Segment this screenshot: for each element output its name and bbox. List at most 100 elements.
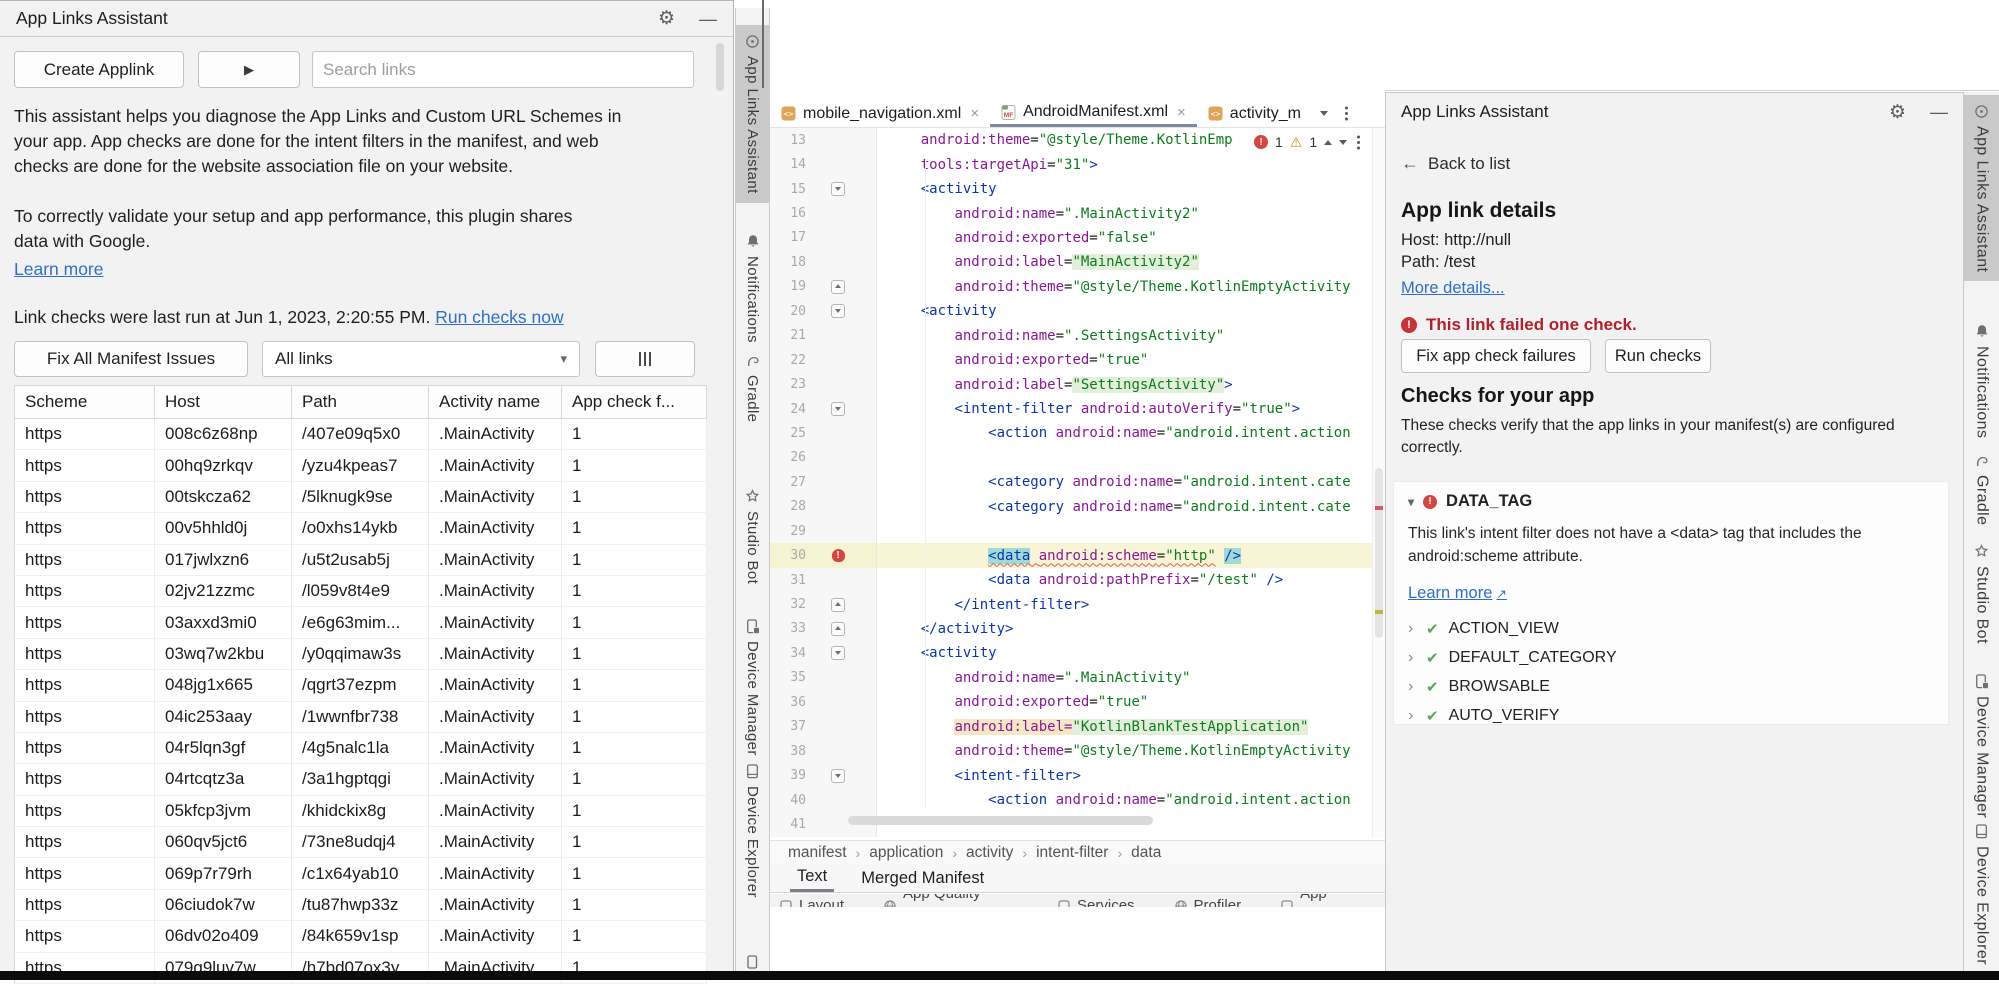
inspection-widget[interactable]: ! 1 ⚠ 1 (1250, 130, 1367, 154)
minimize-icon[interactable]: — (699, 14, 717, 24)
fix-app-check-failures-button[interactable]: Fix app check failures (1401, 339, 1591, 373)
learn-more-link[interactable]: Learn more (14, 259, 104, 280)
passed-check-auto_verify[interactable]: ›✔AUTO_VERIFY (1408, 701, 1808, 730)
code-line[interactable]: 34 <activity (770, 641, 1372, 665)
close-icon[interactable]: × (970, 105, 979, 122)
tool-strip-item-device-manager[interactable]: Device Manager (1964, 665, 1999, 827)
code-line[interactable]: 35 android:name=".MainActivity" (770, 666, 1372, 690)
create-applink-button[interactable]: Create Applink (14, 51, 184, 88)
tool-strip-item-app-links-assistant[interactable]: App Links Assistant (736, 25, 769, 203)
editor-tab-androidmanifest.xml[interactable]: MFAndroidManifest.xml× (990, 100, 1197, 127)
tool-strip-item-notifications[interactable]: Notifications (736, 225, 769, 352)
code-line[interactable]: 30! <data android:scheme="http" /> (770, 543, 1372, 567)
column-settings-button[interactable] (595, 341, 695, 377)
code-line[interactable]: 23 android:label="SettingsActivity"> (770, 372, 1372, 396)
error-stripe[interactable] (1372, 128, 1385, 838)
more-details-link[interactable]: More details... (1401, 279, 1505, 298)
fold-icon[interactable] (831, 182, 845, 196)
table-row[interactable]: https06ciudok7w/tu87hwp33z.MainActivity1 (15, 889, 707, 920)
tool-strip-item-gradle[interactable]: Gradle (736, 345, 769, 431)
table-row[interactable]: https02jv21zzmc/l059v8t4e9.MainActivity1 (15, 575, 707, 606)
code-line[interactable]: 39 <intent-filter> (770, 763, 1372, 787)
editor-tab-activity_m[interactable]: <>activity_m (1197, 100, 1312, 127)
fold-icon[interactable] (831, 769, 845, 783)
breadcrumb-item[interactable]: data (1131, 844, 1161, 862)
code-line[interactable]: 15 <activity (770, 177, 1372, 201)
previous-issue-icon[interactable] (1324, 140, 1332, 145)
table-row[interactable]: https017jwlxzn6/u5t2usab5j.MainActivity1 (15, 544, 707, 575)
run-checks-now-link[interactable]: Run checks now (435, 307, 563, 327)
more-options-icon[interactable] (1357, 141, 1360, 144)
code-line[interactable]: 28 <category android:name="android.inten… (770, 495, 1372, 519)
manifest-view-tab-merged-manifest[interactable]: Merged Manifest (854, 864, 991, 892)
tool-window-button-profiler[interactable]: Profiler (1175, 894, 1242, 907)
horizontal-scrollbar[interactable] (848, 816, 1153, 825)
passed-check-default_category[interactable]: ›✔DEFAULT_CATEGORY (1408, 643, 1808, 672)
code-line[interactable]: 40 <action android:name="android.intent.… (770, 788, 1372, 812)
table-column-header[interactable]: Scheme (15, 386, 155, 419)
tool-strip-item-studio-bot[interactable]: Studio Bot (1964, 535, 1999, 653)
table-row[interactable]: https060qv5jct6/73ne8udqj4.MainActivity1 (15, 827, 707, 858)
code-line[interactable]: 18 android:label="MainActivity2" (770, 250, 1372, 274)
tool-window-button-app-quality-insights[interactable]: App Quality Insights (884, 894, 1018, 907)
breadcrumb-item[interactable]: application (869, 844, 943, 862)
code-line[interactable]: 36 android:exported="true" (770, 690, 1372, 714)
code-line[interactable]: 38 android:theme="@style/Theme.KotlinEmp… (770, 739, 1372, 763)
table-row[interactable]: https048jg1x665/qgrt37ezpm.MainActivity1 (15, 670, 707, 701)
tool-window-button-layout[interactable]: Layout (780, 894, 844, 907)
fold-icon[interactable] (831, 304, 845, 318)
fold-icon[interactable] (831, 280, 845, 294)
table-row[interactable]: https04ic253aay/1wwnfbr738.MainActivity1 (15, 701, 707, 732)
fold-icon[interactable] (831, 598, 845, 612)
scrollbar-thumb[interactable] (716, 43, 724, 91)
code-line[interactable]: 24 <intent-filter android:autoVerify="tr… (770, 397, 1372, 421)
table-row[interactable]: https00tskcza62/5lknugk9se.MainActivity1 (15, 481, 707, 512)
table-row[interactable]: https05kfcp3jvm/khidckix8g.MainActivity1 (15, 795, 707, 826)
fold-icon[interactable] (831, 646, 845, 660)
links-filter-dropdown[interactable]: All links ▾ (262, 341, 580, 377)
tool-strip-item-device-explorer[interactable]: Device Explorer (736, 755, 769, 907)
tool-strip-item-gradle[interactable]: Gradle (1964, 445, 1999, 534)
code-line[interactable]: 22 android:exported="true" (770, 348, 1372, 372)
passed-check-browsable[interactable]: ›✔BROWSABLE (1408, 672, 1808, 701)
code-line[interactable]: 27 <category android:name="android.inten… (770, 470, 1372, 494)
code-line[interactable]: 26 (770, 446, 1372, 470)
warning-stripe-mark[interactable] (1375, 610, 1383, 614)
breadcrumb-item[interactable]: intent-filter (1036, 844, 1108, 862)
tool-strip-item-app-links-assistant[interactable]: App Links Assistant (1964, 95, 1999, 281)
code-line[interactable]: 21 android:name=".SettingsActivity" (770, 324, 1372, 348)
fold-icon[interactable] (831, 622, 845, 636)
editor-tab-mobile_navigation.xml[interactable]: <>mobile_navigation.xml× (770, 100, 990, 127)
fix-all-manifest-issues-button[interactable]: Fix All Manifest Issues (14, 341, 248, 377)
code-line[interactable]: 32 </intent-filter> (770, 592, 1372, 616)
close-icon[interactable]: × (1177, 104, 1186, 121)
tool-strip-item-studio-bot[interactable]: Studio Bot (736, 480, 769, 593)
breadcrumb-item[interactable]: manifest (788, 844, 847, 862)
table-row[interactable]: https03axxd3mi0/e6g63mim....MainActivity… (15, 607, 707, 638)
back-to-list-link[interactable]: ← Back to list (1401, 153, 1510, 174)
code-line[interactable]: 16 android:name=".MainActivity2" (770, 201, 1372, 225)
table-row[interactable]: https069p7r79rh/c1x64yab10.MainActivity1 (15, 858, 707, 889)
breadcrumb-item[interactable]: activity (966, 844, 1013, 862)
table-row[interactable]: https008c6z68np/407e09q5x0.MainActivity1 (15, 419, 707, 450)
table-row[interactable]: https04r5lqn3gf/4g5nalc1la.MainActivity1 (15, 732, 707, 763)
table-row[interactable]: https00hq9zrkqv/yzu4kpeas7.MainActivity1 (15, 450, 707, 481)
code-line[interactable]: 25 <action android:name="android.intent.… (770, 421, 1372, 445)
code-line[interactable]: 33 </activity> (770, 617, 1372, 641)
tool-window-button-services[interactable]: Services (1058, 894, 1135, 907)
tool-strip-item-device-manager[interactable]: Device Manager (736, 610, 769, 765)
tool-strip-item-device-explorer[interactable]: Device Explorer (1964, 815, 1999, 974)
code-line[interactable]: 29 (770, 519, 1372, 543)
table-column-header[interactable]: App check f... (562, 386, 707, 419)
code-line[interactable]: 20 <activity (770, 299, 1372, 323)
table-row[interactable]: https00v5hhld0j/o0xhs14ykb.MainActivity1 (15, 513, 707, 544)
manifest-view-tab-text[interactable]: Text (790, 864, 834, 892)
table-column-header[interactable]: Path (292, 386, 429, 419)
search-input[interactable] (312, 51, 694, 88)
fold-icon[interactable] (831, 402, 845, 416)
code-line[interactable]: 37 android:label="KotlinBlankTestApplica… (770, 715, 1372, 739)
code-line[interactable]: 17 android:exported="false" (770, 226, 1372, 250)
code-line[interactable]: 14 tools:targetApi="31"> (770, 152, 1372, 176)
run-checks-button[interactable]: Run checks (1605, 339, 1711, 373)
passed-check-action_view[interactable]: ›✔ACTION_VIEW (1408, 614, 1808, 643)
